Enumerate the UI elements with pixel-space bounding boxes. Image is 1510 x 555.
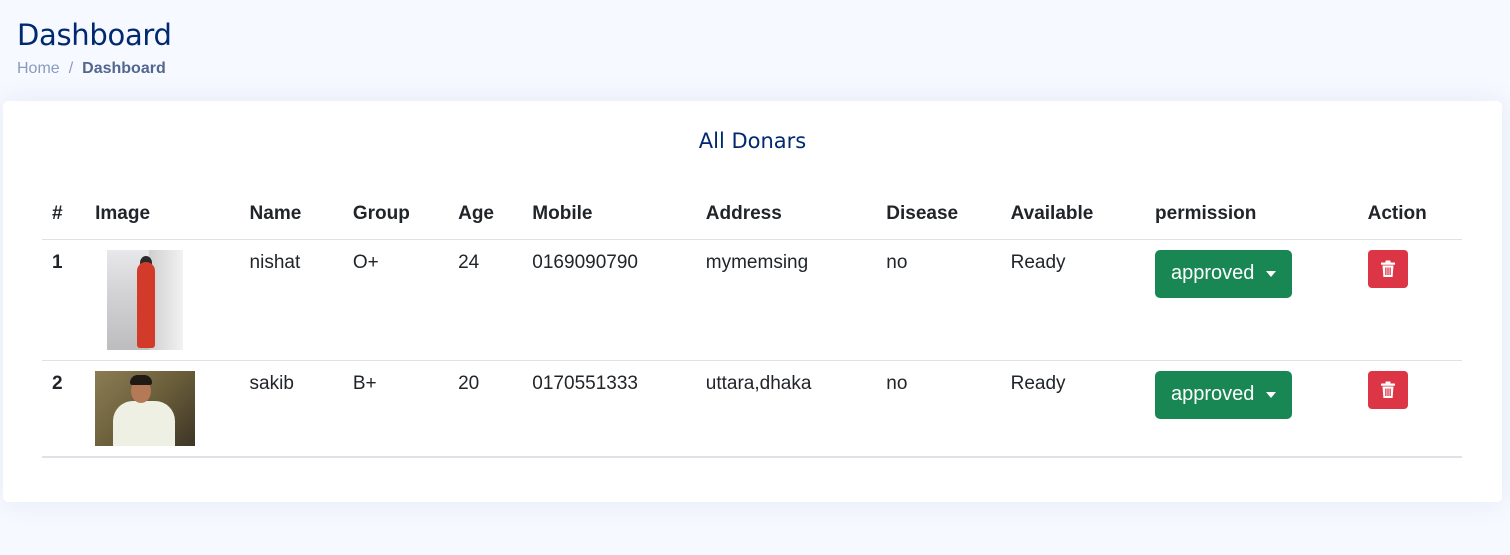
donor-age: 24 <box>448 239 523 361</box>
column-header-mobile: Mobile <box>522 193 696 240</box>
breadcrumb-separator: / <box>68 60 74 77</box>
table-header-row: # Image Name Group Age Mobile Address Di… <box>42 193 1462 240</box>
table-row: 1 nishat O+ 24 0169090790 mymemsing no R… <box>42 239 1462 361</box>
donor-available: Ready <box>1000 360 1146 458</box>
column-header-number: # <box>42 193 86 240</box>
column-header-action: Action <box>1357 193 1462 240</box>
donor-disease: no <box>876 239 1001 361</box>
donor-mobile: 0170551333 <box>522 360 696 458</box>
permission-dropdown-button[interactable]: approved <box>1155 370 1293 419</box>
delete-button[interactable] <box>1367 249 1408 288</box>
row-number: 1 <box>42 239 86 361</box>
donor-group: B+ <box>342 360 449 458</box>
column-header-image: Image <box>85 193 240 240</box>
trash-icon <box>1380 260 1395 277</box>
donor-photo <box>107 249 184 350</box>
permission-label: approved <box>1171 383 1255 405</box>
permission-label: approved <box>1171 262 1255 284</box>
donor-mobile: 0169090790 <box>522 239 696 361</box>
breadcrumb-home-link[interactable]: Home <box>17 60 60 78</box>
breadcrumb-current: Dashboard <box>82 60 166 77</box>
page-title: Dashboard <box>17 18 172 52</box>
donor-address: mymemsing <box>695 239 877 361</box>
donors-card: All Donars # Image Name Group Age Mobile… <box>3 101 1502 502</box>
donor-photo <box>95 370 196 446</box>
caret-down-icon <box>1266 270 1277 277</box>
donor-name: nishat <box>239 239 343 361</box>
row-number: 2 <box>42 360 86 458</box>
column-header-age: Age <box>448 193 523 240</box>
table-row: 2 sakib B+ 20 0170551333 uttara,dhaka no… <box>42 360 1462 458</box>
page-title-section: Dashboard Home / Dashboard <box>17 18 172 78</box>
column-header-name: Name <box>239 193 343 240</box>
column-header-group: Group <box>342 193 449 240</box>
caret-down-icon <box>1266 391 1277 398</box>
donor-name: sakib <box>239 360 343 458</box>
column-header-disease: Disease <box>876 193 1001 240</box>
trash-icon <box>1380 381 1395 398</box>
column-header-address: Address <box>695 193 877 240</box>
permission-dropdown-button[interactable]: approved <box>1155 249 1293 298</box>
column-header-available: Available <box>1000 193 1146 240</box>
delete-button[interactable] <box>1367 370 1408 409</box>
donor-group: O+ <box>342 239 449 361</box>
donor-disease: no <box>876 360 1001 458</box>
donor-age: 20 <box>448 360 523 458</box>
donors-table: # Image Name Group Age Mobile Address Di… <box>42 193 1462 458</box>
donor-available: Ready <box>1000 239 1146 361</box>
breadcrumb: Home / Dashboard <box>17 60 172 78</box>
donor-address: uttara,dhaka <box>695 360 877 458</box>
column-header-permission: permission <box>1145 193 1358 240</box>
card-title: All Donars <box>698 129 807 153</box>
